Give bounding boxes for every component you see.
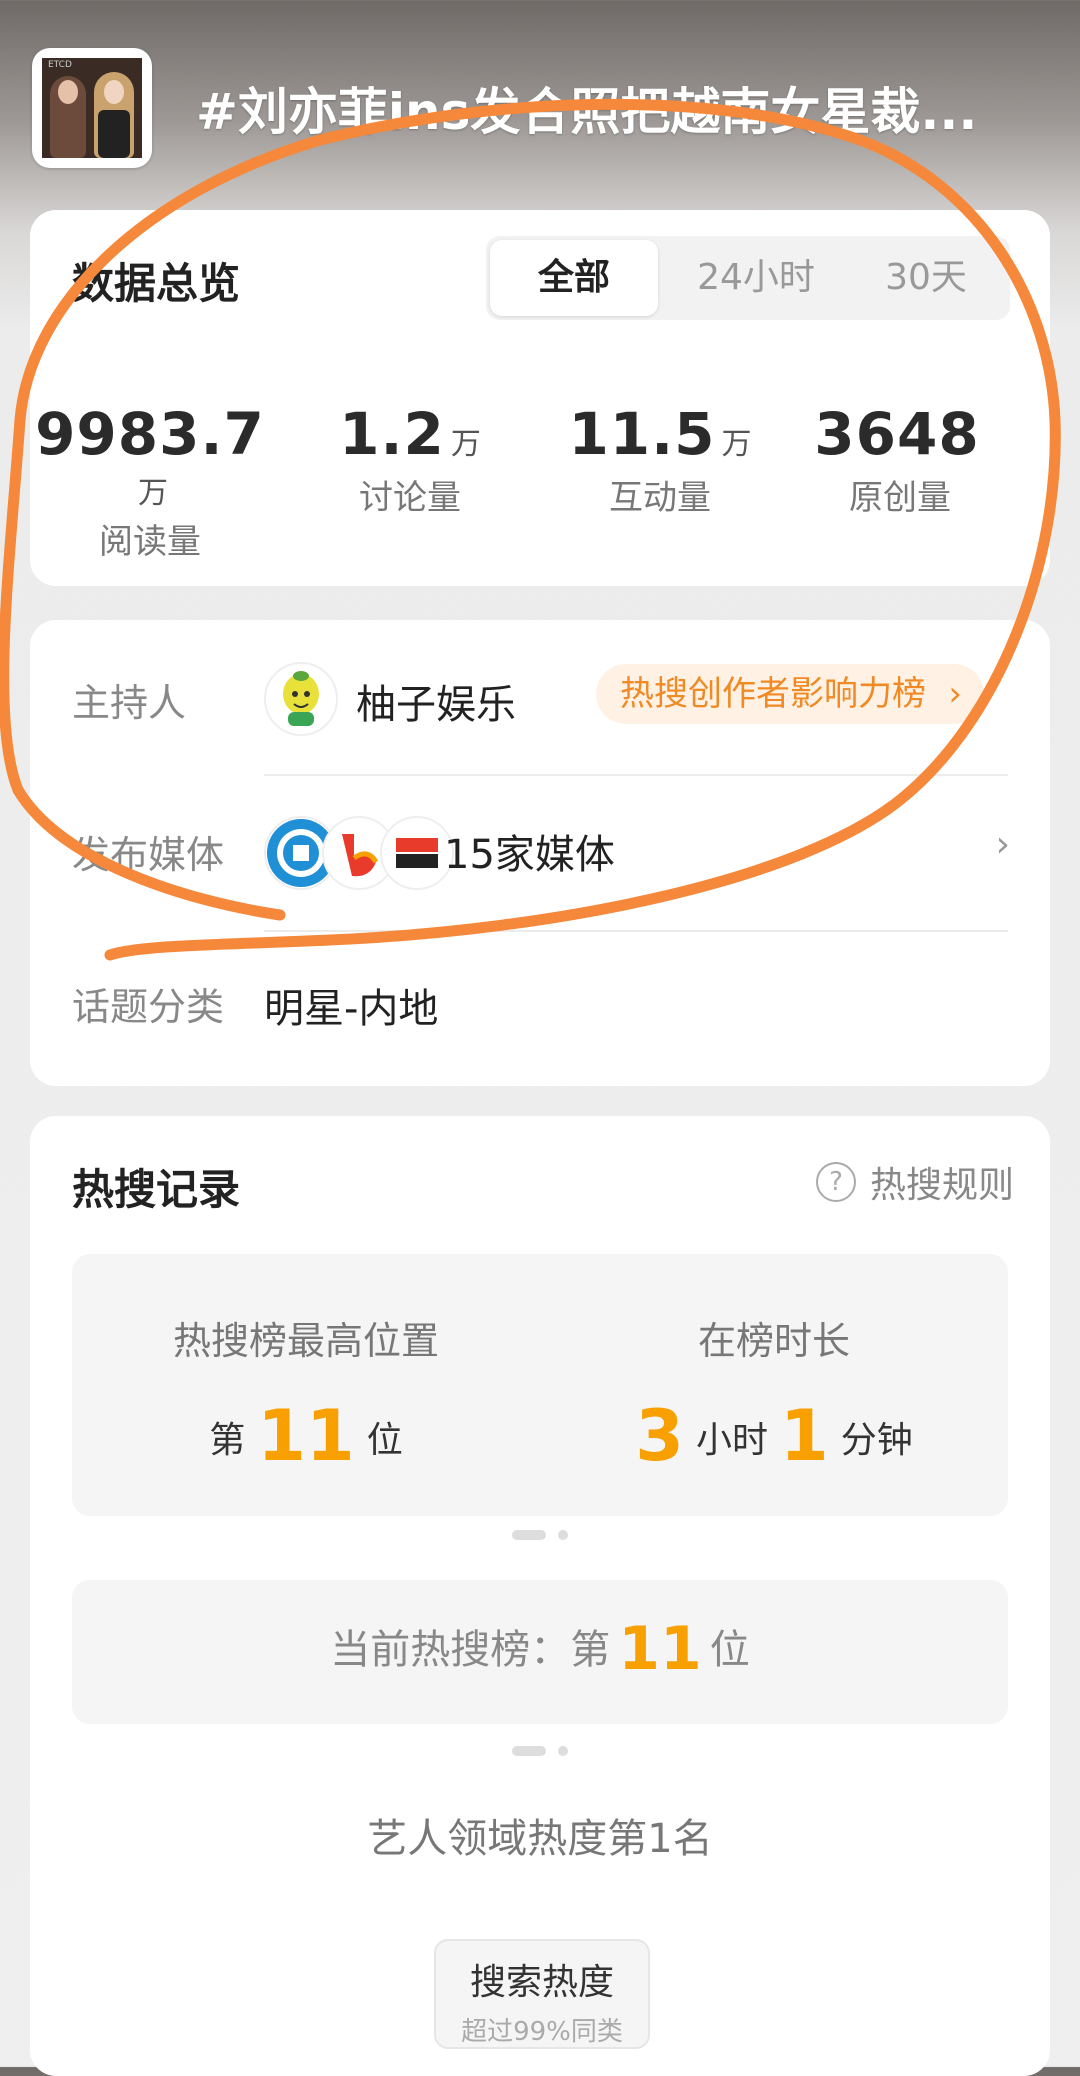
hot-search-rules-link[interactable]: ? 热搜规则 xyxy=(815,1156,1014,1208)
chip-title: 搜索热度 xyxy=(469,1962,614,2003)
current-value: 11 xyxy=(618,1614,702,1684)
topic-category-value: 明星-内地 xyxy=(264,986,439,1032)
host-label: 主持人 xyxy=(72,681,187,725)
question-icon: ? xyxy=(815,1162,856,1202)
media-logo-3 xyxy=(380,816,454,890)
stat-interactions: 11.5 万 互动量 xyxy=(540,400,780,519)
stat-label: 原创量 xyxy=(849,478,951,518)
media-label: 发布媒体 xyxy=(72,833,225,877)
badge-label: 热搜创作者影响力榜 xyxy=(620,674,926,714)
tab-all[interactable]: 全部 xyxy=(490,240,658,316)
stat-value: 3648 xyxy=(814,400,980,468)
divider xyxy=(264,930,1008,932)
topic-thumbnail[interactable]: ETCD xyxy=(32,48,152,168)
domain-rank-text: 艺人领域热度第1名 xyxy=(367,1816,713,1862)
rules-label: 热搜规则 xyxy=(869,1165,1014,1206)
current-rank: 当前热搜榜：第 11 位 xyxy=(72,1614,1008,1684)
current-label: 当前热搜榜：第 xyxy=(330,1627,611,1673)
stat-label: 互动量 xyxy=(609,478,711,518)
peak-label: 热搜榜最高位置 xyxy=(172,1319,439,1363)
chevron-right-icon[interactable]: › xyxy=(996,824,1010,865)
duration-minutes: 1 xyxy=(780,1395,829,1477)
duration-label: 在榜时长 xyxy=(697,1319,850,1363)
search-heat-chip[interactable]: 搜索热度 超过99%同类 xyxy=(434,1939,650,2049)
peak-prefix: 第 xyxy=(209,1420,246,1461)
peak-suffix: 位 xyxy=(366,1420,403,1461)
tab-24h[interactable]: 24小时 xyxy=(666,236,846,320)
topic-header: ETCD #刘亦菲ins发合照把越南女星裁... xyxy=(0,0,1080,200)
stat-value: 11.5 xyxy=(568,400,716,468)
stat-discussions: 1.2 万 讨论量 xyxy=(290,400,530,519)
current-suffix: 位 xyxy=(709,1627,750,1673)
peak-position: 热搜榜最高位置 第 11 位 xyxy=(72,1310,540,1477)
stat-value: 1.2 xyxy=(339,400,445,468)
peak-value: 11 xyxy=(257,1395,355,1477)
host-avatar-icon xyxy=(266,664,336,734)
creator-influence-badge[interactable]: 热搜创作者影响力榜 › xyxy=(596,664,984,724)
media-count[interactable]: 15家媒体 xyxy=(444,822,615,880)
stat-label: 讨论量 xyxy=(359,478,461,518)
overview-title: 数据总览 xyxy=(72,259,241,308)
stat-unit: 万 xyxy=(450,427,481,462)
topic-category-label: 话题分类 xyxy=(72,985,225,1029)
stat-value: 9983.7 xyxy=(35,400,265,468)
stat-label: 阅读量 xyxy=(99,522,201,562)
stat-reads: 9983.7 万 阅读量 xyxy=(30,400,270,563)
data-overview-card: 数据总览 全部 24小时 30天 9983.7万 阅读量 1.2 万 讨论量 11… xyxy=(30,210,1050,586)
stat-unit: 万 xyxy=(138,476,168,511)
topic-title: #刘亦菲ins发合照把越南女星裁... xyxy=(196,83,978,141)
host-name[interactable]: 柚子娱乐 xyxy=(356,672,516,730)
hot-search-card: 热搜记录 ? 热搜规则 热搜榜最高位置 第 11 位 在榜时长 3 小时 1 分钟 当前热… xyxy=(30,1116,1050,2076)
tab-30d[interactable]: 30天 xyxy=(846,236,1006,320)
stat-unit: 万 xyxy=(721,427,752,462)
current-rank-panel[interactable]: 当前热搜榜：第 11 位 xyxy=(72,1580,1008,1724)
chevron-right-icon: › xyxy=(948,674,962,714)
media-logo-icon xyxy=(383,819,451,887)
duration-minutes-unit: 分钟 xyxy=(840,1420,913,1461)
topic-info-card: 主持人 柚子娱乐 热搜创作者影响力榜 › 发布媒体 15家媒体 › 话题分类 明… xyxy=(30,620,1050,1086)
divider xyxy=(264,774,1008,776)
chip-subtitle: 超过99%同类 xyxy=(461,2017,623,2047)
host-avatar[interactable] xyxy=(264,662,338,736)
time-on-list: 在榜时长 3 小时 1 分钟 xyxy=(540,1310,1008,1477)
duration-hours-unit: 小时 xyxy=(695,1420,768,1461)
hot-search-stats-panel[interactable]: 热搜榜最高位置 第 11 位 在榜时长 3 小时 1 分钟 xyxy=(72,1254,1008,1516)
duration-hours: 3 xyxy=(635,1395,684,1477)
thumbnail-photo: ETCD xyxy=(42,58,142,158)
hot-search-title: 热搜记录 xyxy=(72,1165,241,1214)
stat-originals: 3648 原创量 xyxy=(780,400,1020,519)
thumbnail-tag: ETCD xyxy=(48,60,72,70)
time-range-tabs: 全部 24小时 30天 xyxy=(486,236,1010,320)
